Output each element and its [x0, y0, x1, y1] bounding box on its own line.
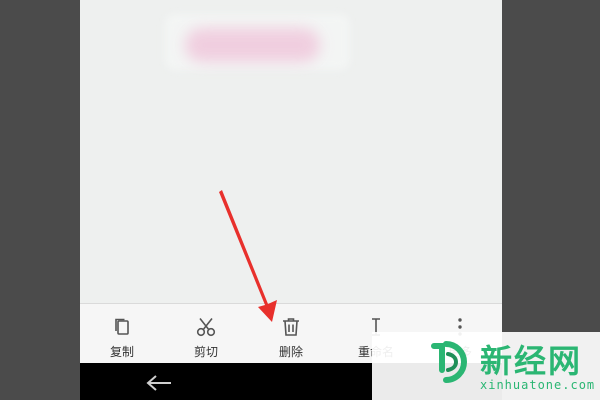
- xinhuatone-logo-icon: [428, 338, 474, 386]
- watermark: 新经网 xinhuatone.com: [372, 332, 600, 400]
- file-list-area: [80, 0, 502, 303]
- back-arrow-icon[interactable]: [145, 375, 173, 391]
- scissors-icon: [195, 316, 217, 338]
- copy-label: 复制: [109, 345, 134, 359]
- copy-button[interactable]: 复制: [80, 304, 164, 364]
- delete-button[interactable]: 删除: [249, 304, 333, 364]
- blurred-file-name: [185, 28, 320, 62]
- cut-label: 剪切: [193, 345, 218, 359]
- watermark-domain: xinhuatone.com: [480, 378, 596, 392]
- copy-icon: [111, 316, 133, 338]
- watermark-title: 新经网: [480, 342, 583, 380]
- trash-icon: [280, 316, 302, 338]
- cut-button[interactable]: 剪切: [164, 304, 248, 364]
- left-dark-panel: [0, 0, 80, 400]
- delete-label: 删除: [278, 345, 303, 359]
